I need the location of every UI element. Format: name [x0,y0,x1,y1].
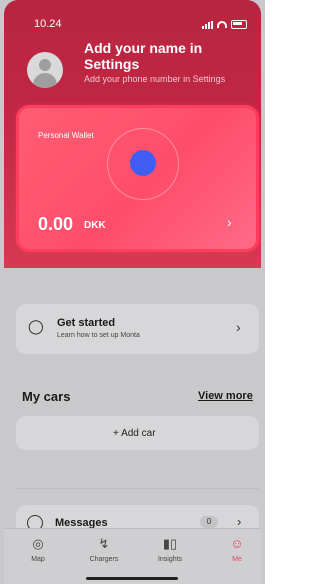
wallet-currency: DKK [84,220,106,231]
tab-label: Insights [157,556,183,563]
get-started-subtitle: Learn how to set up Monta [57,332,140,339]
tab-insights[interactable]: ▮▯ Insights [150,536,190,563]
battery-icon [231,20,247,29]
tab-label: Me [232,556,242,563]
avatar-body [33,73,57,88]
user-icon: ☺ [230,536,244,551]
status-time: 10.24 [34,18,62,30]
profile-name[interactable]: Add your name in Settings [84,40,234,72]
tab-label: Map [31,556,45,563]
messages-count-badge: 0 [200,516,218,528]
map-pin-icon: ◎ [32,536,44,551]
chevron-right-icon: › [227,214,232,230]
tab-me[interactable]: ☺ Me [217,536,257,563]
bolt-icon: ↯ [98,536,110,551]
view-more-link[interactable]: View more [198,390,253,402]
status-icons [202,20,247,29]
wallet-title: Personal Wallet [38,131,94,140]
get-started-title: Get started [57,317,116,329]
status-bar: 10.24 [4,18,261,32]
get-started-card[interactable] [16,304,259,354]
chevron-right-icon: › [237,514,242,529]
wifi-icon [217,21,227,28]
add-car-label: + Add car [113,428,156,439]
divider [16,488,259,489]
avatar[interactable] [27,52,63,88]
chevron-right-icon: › [236,319,241,335]
signal-icon [202,20,213,29]
wallet-dot [130,150,156,176]
wallet-balance: 0.00 [38,214,74,234]
avatar-head [39,59,51,71]
home-indicator [86,577,178,580]
tab-map[interactable]: ◎ Map [18,536,58,563]
my-cars-heading: My cars [22,389,71,404]
tab-chargers[interactable]: ↯ Chargers [84,536,124,563]
tab-label: Chargers [89,556,119,563]
bar-chart-icon: ▮▯ [162,536,178,551]
screen: 10.24 Add your name in Settings Add your… [0,0,265,584]
profile-phone[interactable]: Add your phone number in Settings [84,74,234,85]
lightbulb-icon: ◯ [28,318,44,334]
